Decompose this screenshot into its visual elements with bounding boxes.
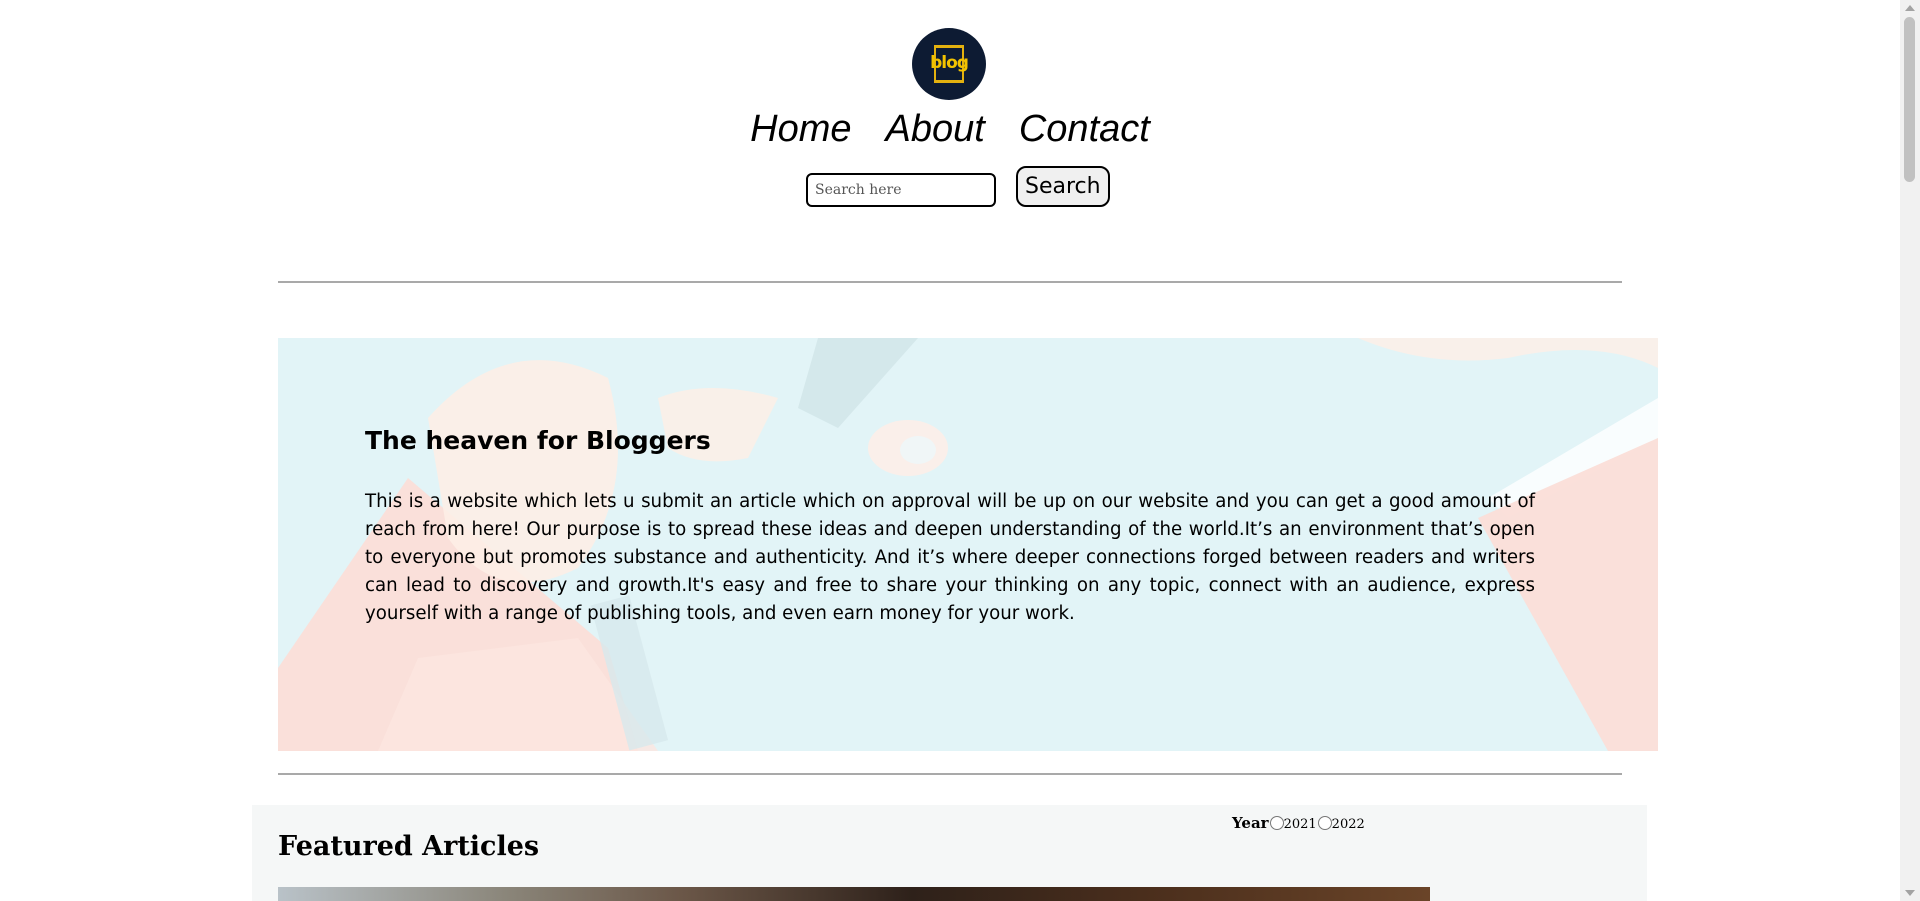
year-filter: Year 2021 2022 xyxy=(1232,813,1365,833)
page-scrollbar[interactable] xyxy=(1900,0,1920,901)
divider-bottom xyxy=(278,773,1622,775)
year-option-2022-label: 2022 xyxy=(1331,817,1365,832)
featured-section: Featured Articles Year 2021 2022 xyxy=(252,805,1647,901)
nav-contact-link[interactable]: Contact xyxy=(1019,104,1150,154)
year-filter-label: Year xyxy=(1232,813,1269,832)
search-bar: Search xyxy=(806,166,1110,207)
logo-text: blog xyxy=(930,53,969,73)
main-nav: Home About Contact xyxy=(0,104,1900,154)
logo-frame: blog xyxy=(930,45,969,83)
featured-title: Featured Articles xyxy=(278,831,540,862)
search-button[interactable]: Search xyxy=(1016,166,1110,207)
nav-home-link[interactable]: Home xyxy=(750,104,851,154)
page: blog Home About Contact Search The heave… xyxy=(0,0,1900,901)
search-input[interactable] xyxy=(806,172,996,207)
article-image[interactable] xyxy=(278,887,1430,901)
scroll-up-icon[interactable] xyxy=(1905,5,1915,11)
nav-about-link[interactable]: About xyxy=(886,104,985,154)
hero-title: The heaven for Bloggers xyxy=(365,426,711,455)
scrollbar-thumb[interactable] xyxy=(1904,17,1915,182)
scroll-down-icon[interactable] xyxy=(1905,890,1915,896)
year-option-2021-label: 2021 xyxy=(1283,817,1317,832)
year-radio-2022[interactable] xyxy=(1317,815,1332,830)
hero-description: This is a website which lets u submit an… xyxy=(365,491,1535,624)
logo[interactable]: blog xyxy=(912,28,986,100)
year-radio-2021[interactable] xyxy=(1269,815,1284,830)
hero-banner: The heaven for Bloggers This is a websit… xyxy=(278,338,1658,751)
divider-top xyxy=(278,281,1622,283)
